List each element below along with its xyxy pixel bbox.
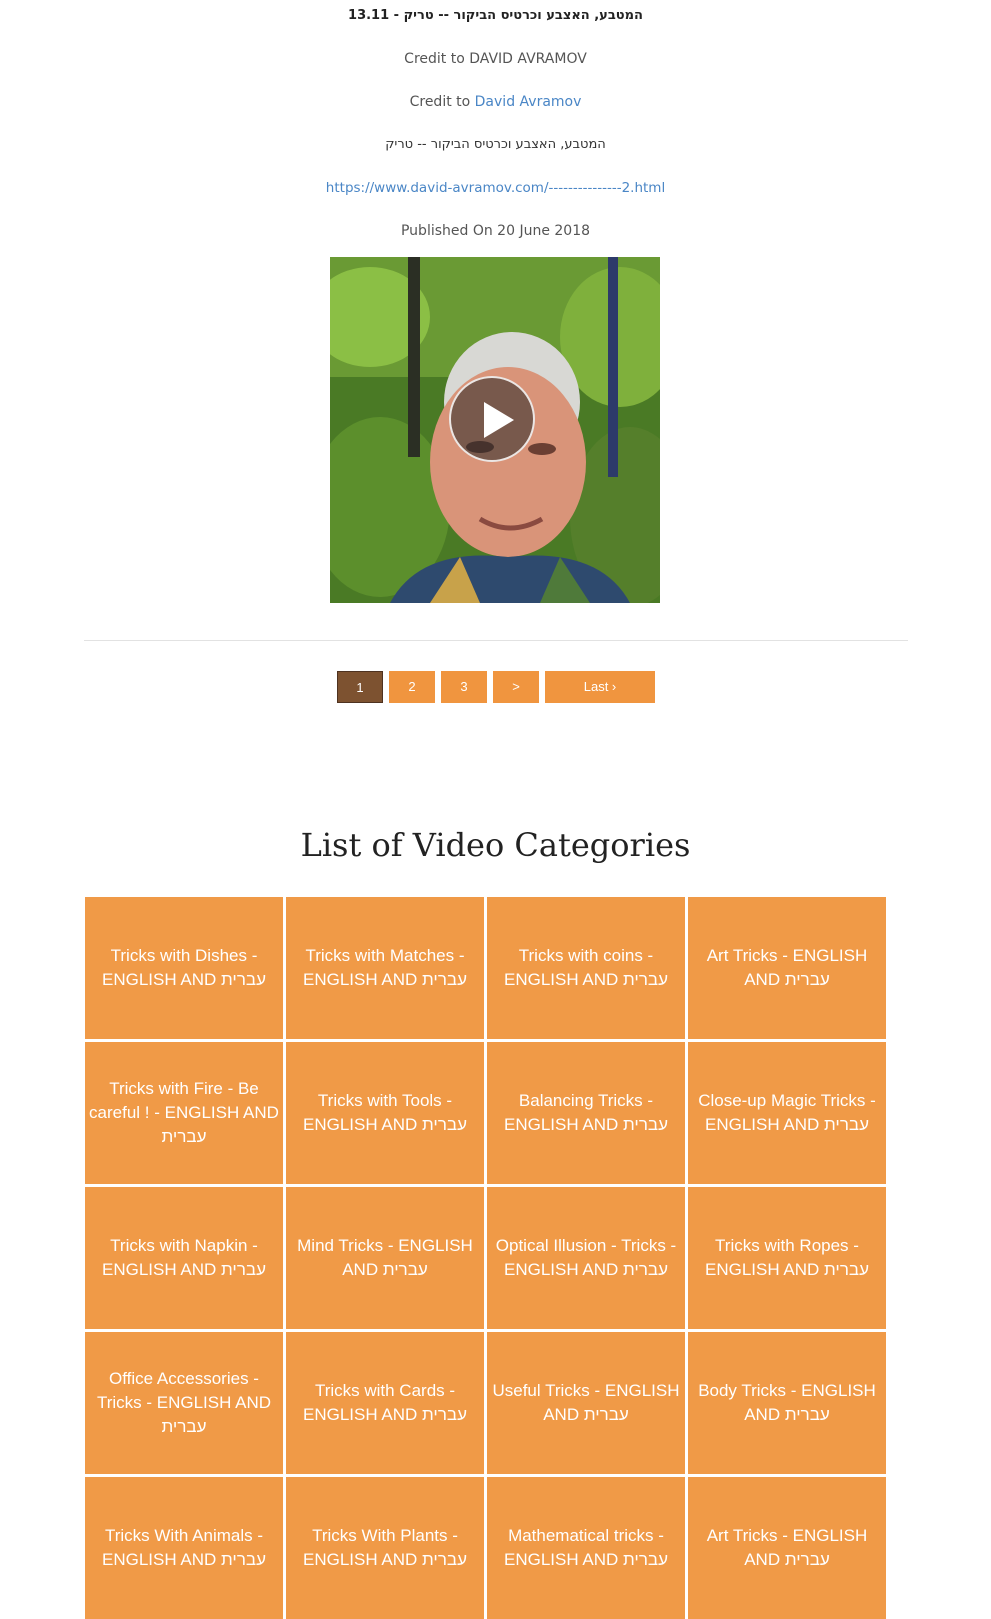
category-tile[interactable]: Tricks with Matches - ENGLISH AND עברית [286, 897, 484, 1039]
pagination: 1 2 3 > Last › [0, 671, 991, 703]
category-tile[interactable]: Body Tricks - ENGLISH AND עברית [688, 1332, 886, 1474]
post-title: 13.11 - המטבע, האצבע וכרטיס הביקור -- טר… [348, 8, 643, 23]
category-tile[interactable]: Tricks with Fire - Be careful ! - ENGLIS… [85, 1042, 283, 1184]
category-tile[interactable]: Tricks With Plants - ENGLISH AND עברית [286, 1477, 484, 1619]
category-tile[interactable]: Useful Tricks - ENGLISH AND עברית [487, 1332, 685, 1474]
published-date: Published On 20 June 2018 [400, 223, 591, 239]
credit-author-link[interactable]: David Avramov [475, 94, 582, 110]
video-player[interactable] [330, 257, 660, 603]
divider [84, 640, 908, 641]
category-tile[interactable]: Tricks with coins - ENGLISH AND עברית [487, 897, 685, 1039]
category-tile[interactable]: Optical Illusion - Tricks - ENGLISH AND … [487, 1187, 685, 1329]
category-tile[interactable]: Art Tricks - ENGLISH AND עברית [688, 897, 886, 1039]
next-page-button[interactable]: > [493, 671, 539, 703]
category-tile[interactable]: Tricks with Dishes - ENGLISH AND עברית [85, 897, 283, 1039]
source-url-link[interactable]: https://www.david-avramov.com/----------… [326, 180, 665, 196]
category-tile[interactable]: Mathematical tricks - ENGLISH AND עברית [487, 1477, 685, 1619]
category-tile[interactable]: Office Accessories - Tricks - ENGLISH AN… [85, 1332, 283, 1474]
play-icon[interactable] [449, 376, 535, 462]
category-tile[interactable]: Tricks with Tools - ENGLISH AND עברית [286, 1042, 484, 1184]
category-tile[interactable]: Mind Tricks - ENGLISH AND עברית [286, 1187, 484, 1329]
page-2-button[interactable]: 2 [389, 671, 435, 703]
credit-text: Credit to DAVID AVRAMOV [404, 51, 587, 67]
category-tile[interactable]: Tricks with Cards - ENGLISH AND עברית [286, 1332, 484, 1474]
category-tile[interactable]: Tricks With Animals - ENGLISH AND עברית [85, 1477, 283, 1619]
credit-line: Credit to David Avramov [0, 94, 991, 110]
category-tile[interactable]: Balancing Tricks - ENGLISH AND עברית [487, 1042, 685, 1184]
hebrew-subtitle: המטבע, האצבע וכרטיס הביקור -- טריק [385, 137, 606, 152]
last-page-button[interactable]: Last › [545, 671, 655, 703]
page-1-button[interactable]: 1 [337, 671, 383, 703]
page-3-button[interactable]: 3 [441, 671, 487, 703]
categories-title: List of Video Categories [300, 826, 691, 864]
category-tile[interactable]: Tricks with Napkin - ENGLISH AND עברית [85, 1187, 283, 1329]
category-tile[interactable]: Close-up Magic Tricks - ENGLISH AND עברי… [688, 1042, 886, 1184]
category-tile[interactable]: Art Tricks - ENGLISH AND עברית [688, 1477, 886, 1619]
category-tile[interactable]: Tricks with Ropes - ENGLISH AND עברית [688, 1187, 886, 1329]
credit-prefix: Credit to [409, 94, 471, 110]
source-url-line: https://www.david-avramov.com/----------… [0, 180, 991, 196]
